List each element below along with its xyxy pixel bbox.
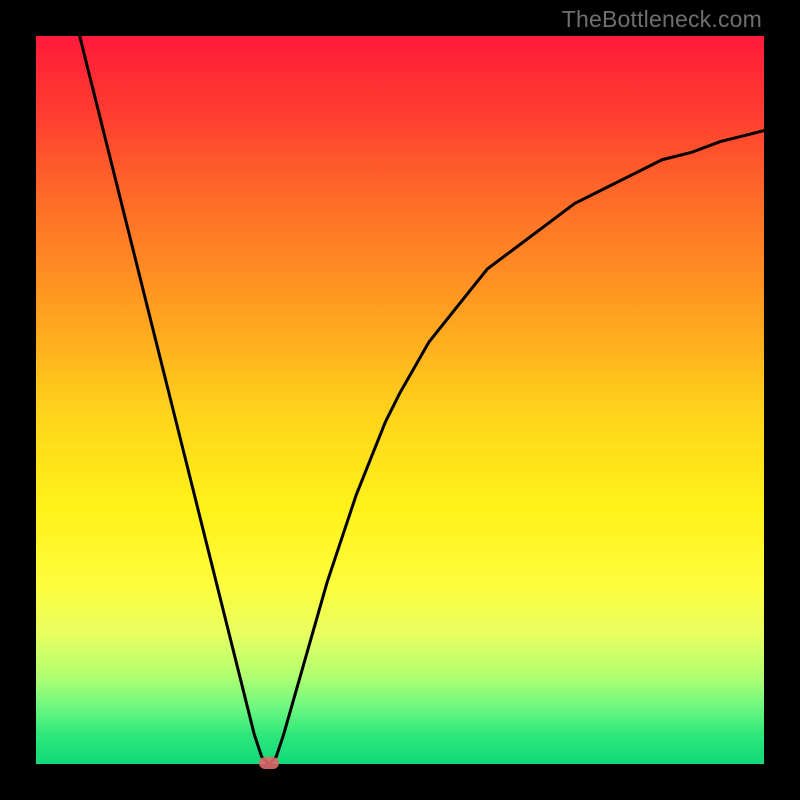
optimal-point-marker [259,757,279,769]
bottleneck-curve [36,36,764,764]
chart-plot-area [36,36,764,764]
watermark-text: TheBottleneck.com [562,6,762,33]
